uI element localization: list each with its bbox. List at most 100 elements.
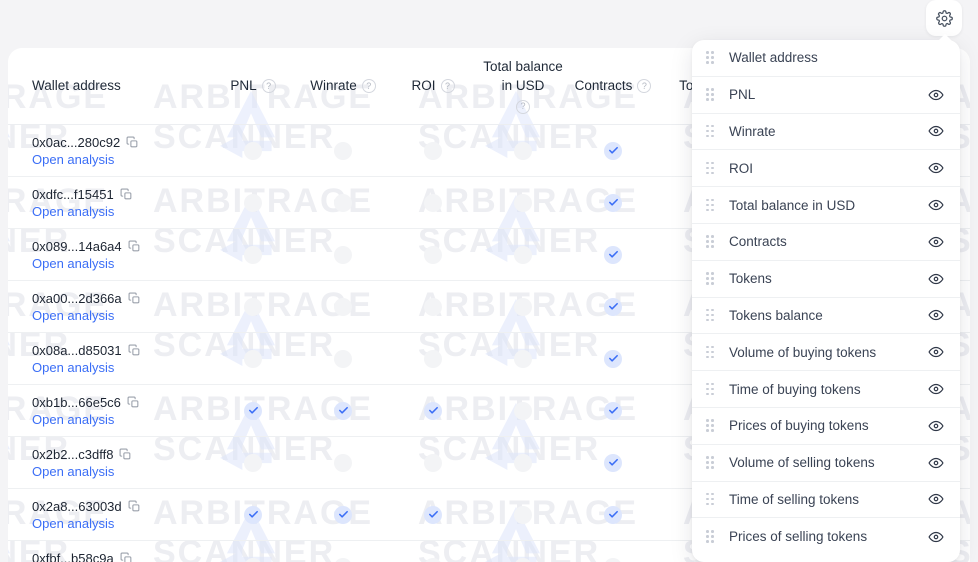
panel-item-label: Volume of buying tokens bbox=[729, 344, 877, 360]
help-icon[interactable]: ? bbox=[516, 99, 530, 114]
wallet-address-cell: 0xa00...2d366a Open analysis bbox=[8, 291, 208, 323]
drag-handle-icon[interactable] bbox=[706, 419, 715, 432]
copy-icon[interactable] bbox=[128, 292, 141, 305]
visibility-eye-icon[interactable] bbox=[928, 197, 944, 213]
copy-icon[interactable] bbox=[120, 188, 133, 201]
drag-handle-icon[interactable] bbox=[706, 456, 715, 469]
visibility-eye-icon[interactable] bbox=[928, 491, 944, 507]
drag-handle-icon[interactable] bbox=[706, 161, 715, 175]
drag-handle-icon[interactable] bbox=[706, 124, 715, 138]
cell-empty-placeholder bbox=[334, 349, 352, 368]
drag-handle-icon[interactable] bbox=[706, 382, 715, 396]
copy-icon[interactable] bbox=[126, 136, 139, 149]
panel-item-prices-of-buying-tokens[interactable]: Prices of buying tokens bbox=[692, 408, 960, 445]
visibility-eye-icon[interactable] bbox=[928, 160, 944, 176]
wallet-address-cell: 0x2b2...c3dff8 Open analysis bbox=[8, 447, 208, 479]
open-analysis-link[interactable]: Open analysis bbox=[32, 152, 208, 167]
open-analysis-link[interactable]: Open analysis bbox=[32, 412, 208, 427]
drag-handle-icon[interactable] bbox=[706, 492, 715, 506]
visibility-eye-icon[interactable] bbox=[928, 234, 944, 250]
drag-handle-icon[interactable] bbox=[706, 345, 715, 359]
panel-item-label: Time of selling tokens bbox=[729, 491, 860, 507]
open-analysis-link[interactable]: Open analysis bbox=[32, 464, 208, 479]
column-header-pnl[interactable]: PNL ? bbox=[208, 77, 298, 95]
column-header-total-balance-usd[interactable]: Total balance in USD ? bbox=[478, 58, 568, 114]
help-icon[interactable]: ? bbox=[261, 79, 276, 93]
visibility-eye-icon[interactable] bbox=[928, 381, 944, 397]
panel-item-volume-of-buying-tokens[interactable]: Volume of buying tokens bbox=[692, 334, 960, 372]
copy-icon[interactable] bbox=[128, 240, 141, 253]
column-header-wallet-address[interactable]: Wallet address bbox=[8, 77, 208, 95]
panel-item-contracts[interactable]: Contracts bbox=[692, 224, 960, 261]
visibility-eye-icon[interactable] bbox=[928, 529, 944, 545]
drag-handle-icon[interactable] bbox=[706, 530, 715, 543]
column-header-winrate[interactable]: Winrate ? bbox=[298, 77, 388, 95]
open-analysis-link[interactable]: Open analysis bbox=[32, 256, 208, 271]
panel-item-label: Wallet address bbox=[729, 50, 818, 66]
panel-item-prices-of-selling-tokens[interactable]: Prices of selling tokens bbox=[692, 518, 960, 555]
visibility-eye-icon[interactable] bbox=[928, 271, 944, 287]
data-cell bbox=[208, 401, 298, 420]
check-icon bbox=[608, 146, 618, 154]
drag-handle-icon[interactable] bbox=[706, 51, 715, 64]
help-icon[interactable]: ? bbox=[637, 79, 652, 93]
panel-item-time-of-selling-tokens[interactable]: Time of selling tokens bbox=[692, 482, 960, 519]
copy-icon[interactable] bbox=[120, 552, 133, 562]
panel-item-roi[interactable]: ROI bbox=[692, 150, 960, 188]
open-analysis-link[interactable]: Open analysis bbox=[32, 516, 208, 531]
panel-item-winrate[interactable]: Winrate bbox=[692, 114, 960, 151]
check-icon bbox=[248, 510, 258, 518]
data-cell bbox=[208, 193, 298, 212]
copy-icon[interactable] bbox=[127, 396, 140, 409]
open-analysis-link[interactable]: Open analysis bbox=[32, 204, 208, 219]
cell-empty-placeholder bbox=[424, 453, 442, 472]
wallet-address-value: 0x089...14a6a4 bbox=[32, 238, 122, 254]
panel-item-tokens[interactable]: Tokens bbox=[692, 261, 960, 298]
wallet-address-value: 0x08a...d85031 bbox=[32, 342, 122, 358]
drag-handle-icon[interactable] bbox=[706, 235, 715, 248]
panel-item-label: Tokens bbox=[729, 271, 772, 287]
panel-item-volume-of-selling-tokens[interactable]: Volume of selling tokens bbox=[692, 445, 960, 482]
help-icon[interactable]: ? bbox=[361, 79, 376, 93]
visibility-eye-icon[interactable] bbox=[928, 455, 944, 471]
column-header-contracts[interactable]: Contracts ? bbox=[568, 77, 658, 95]
drag-handle-icon[interactable] bbox=[706, 272, 715, 285]
drag-handle-icon[interactable] bbox=[706, 198, 715, 212]
visibility-eye-icon[interactable] bbox=[928, 307, 944, 323]
cell-empty-placeholder bbox=[424, 193, 442, 212]
data-cell bbox=[568, 505, 658, 524]
drag-handle-icon[interactable] bbox=[706, 308, 715, 322]
panel-item-label: Prices of selling tokens bbox=[729, 529, 868, 545]
panel-item-label: Total balance in USD bbox=[729, 197, 856, 213]
data-cell bbox=[388, 401, 478, 420]
panel-item-tokens-balance[interactable]: Tokens balance bbox=[692, 298, 960, 335]
data-cell bbox=[298, 401, 388, 420]
data-cell bbox=[388, 245, 478, 264]
wallet-address-cell: 0xdfc...f15451 Open analysis bbox=[8, 187, 208, 219]
data-cell bbox=[208, 141, 298, 160]
panel-item-time-of-buying-tokens[interactable]: Time of buying tokens bbox=[692, 371, 960, 408]
copy-icon[interactable] bbox=[128, 500, 141, 513]
wallet-address-cell: 0x0ac...280c92 Open analysis bbox=[8, 135, 208, 167]
check-icon bbox=[338, 510, 348, 518]
open-analysis-link[interactable]: Open analysis bbox=[32, 360, 208, 375]
settings-gear-button[interactable] bbox=[926, 0, 962, 36]
data-cell bbox=[298, 297, 388, 316]
cell-empty-placeholder bbox=[514, 193, 532, 212]
visibility-eye-icon[interactable] bbox=[928, 87, 944, 103]
wallet-address-value: 0xdfc...f15451 bbox=[32, 186, 114, 202]
open-analysis-link[interactable]: Open analysis bbox=[32, 308, 208, 323]
visibility-eye-icon[interactable] bbox=[928, 418, 944, 434]
copy-icon[interactable] bbox=[119, 448, 132, 461]
column-header-roi[interactable]: ROI ? bbox=[388, 77, 478, 95]
drag-handle-icon[interactable] bbox=[706, 88, 715, 101]
copy-icon[interactable] bbox=[128, 344, 141, 357]
panel-item-wallet-address[interactable]: Wallet address bbox=[692, 40, 960, 77]
panel-item-label: Volume of selling tokens bbox=[729, 455, 875, 471]
check-icon bbox=[608, 510, 618, 518]
visibility-eye-icon[interactable] bbox=[928, 344, 944, 360]
visibility-eye-icon[interactable] bbox=[928, 123, 944, 139]
panel-item-total-balance-in-usd[interactable]: Total balance in USD bbox=[692, 187, 960, 224]
panel-item-pnl[interactable]: PNL bbox=[692, 77, 960, 114]
help-icon[interactable]: ? bbox=[440, 79, 455, 93]
